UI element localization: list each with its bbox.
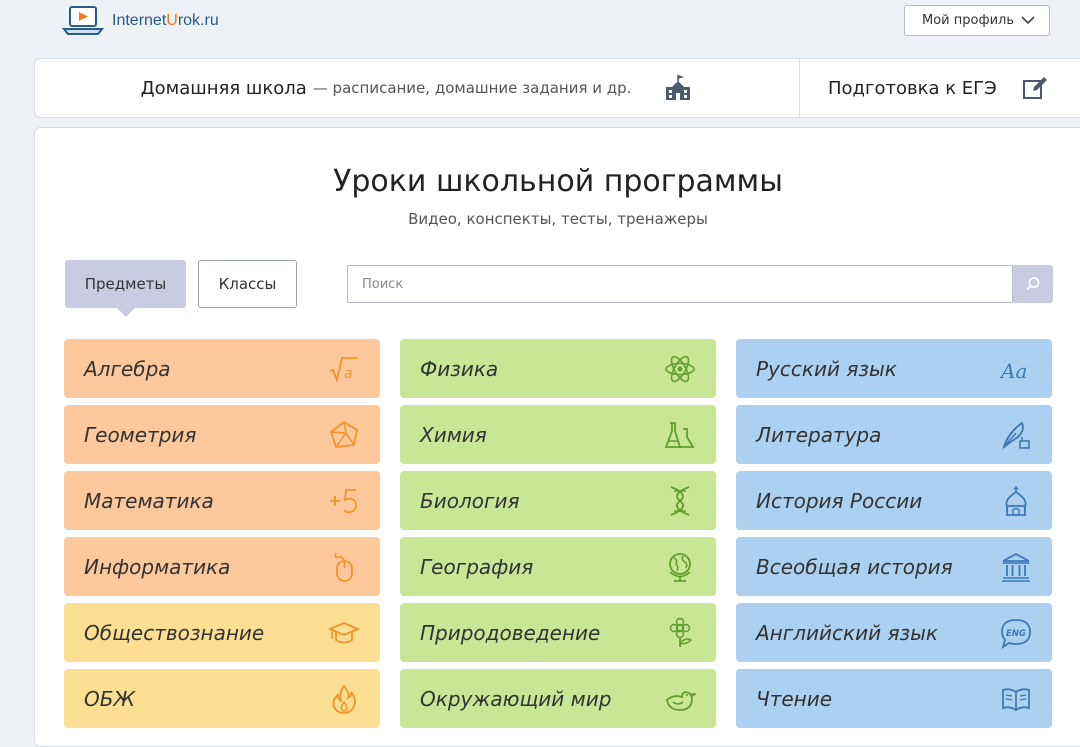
subject-chemistry[interactable]: Химия — [400, 405, 716, 464]
subject-literature[interactable]: Литература — [736, 405, 1052, 464]
subject-label: Природоведение — [420, 621, 600, 645]
tab-classes[interactable]: Классы — [198, 260, 297, 308]
search-input[interactable] — [347, 265, 1013, 303]
subject-label: Биология — [420, 489, 520, 513]
top-bar: InternetUrok.ru Мой профиль — [0, 0, 1080, 52]
mouse-icon — [328, 551, 360, 583]
profile-dropdown-button[interactable]: Мой профиль — [904, 5, 1050, 36]
svg-text:ENG: ENG — [1006, 629, 1026, 639]
flasks-icon — [664, 419, 696, 451]
subject-label: Окружающий мир — [420, 687, 611, 711]
aa-letters-icon: Aa — [1000, 353, 1032, 385]
onion-dome-icon — [1000, 485, 1032, 517]
subject-biology[interactable]: Биология — [400, 471, 716, 530]
eng-bubble-icon: ENG — [1000, 617, 1032, 649]
subject-label: Обществознание — [84, 621, 264, 645]
subject-informatics[interactable]: Информатика — [64, 537, 380, 596]
subject-obzh[interactable]: ОБЖ — [64, 669, 380, 728]
subject-algebra[interactable]: Алгебра a — [64, 339, 380, 398]
logo-text: InternetUrok.ru — [112, 12, 219, 30]
tab-subjects[interactable]: Предметы — [65, 260, 186, 308]
chevron-down-icon — [1021, 15, 1035, 25]
subject-world-around[interactable]: Окружающий мир — [400, 669, 716, 728]
flower-icon — [664, 617, 696, 649]
subject-label: Математика — [84, 489, 214, 513]
ege-prep-title: Подготовка к ЕГЭ — [828, 78, 997, 99]
subject-math[interactable]: Математика — [64, 471, 380, 530]
subject-world-history[interactable]: Всеобщая история — [736, 537, 1052, 596]
school-building-icon — [663, 73, 693, 103]
globe-icon — [664, 551, 696, 583]
polyhedron-icon — [328, 419, 360, 451]
quill-icon — [1000, 419, 1032, 451]
subject-nature-studies[interactable]: Природоведение — [400, 603, 716, 662]
search-button[interactable] — [1013, 265, 1053, 303]
subject-social-studies[interactable]: Обществознание — [64, 603, 380, 662]
svg-text:Aa: Aa — [1000, 359, 1027, 383]
tab-subjects-label: Предметы — [85, 275, 167, 293]
columns-building-icon — [1000, 551, 1032, 583]
subject-label: Всеобщая история — [756, 555, 953, 579]
subject-label: Литература — [756, 423, 881, 447]
page-subtitle: Видео, конспекты, тесты, тренажеры — [35, 210, 1080, 228]
subject-label: Русский язык — [756, 357, 897, 381]
subject-label: Геометрия — [84, 423, 196, 447]
home-school-link[interactable]: Домашняя школа — расписание, домашние за… — [35, 59, 799, 117]
subject-label: Алгебра — [84, 357, 171, 381]
dna-icon — [664, 485, 696, 517]
subject-label: Чтение — [756, 687, 832, 711]
subject-label: Английский язык — [756, 621, 938, 645]
subject-english[interactable]: Английский язык ENG — [736, 603, 1052, 662]
page-title: Уроки школьной программы — [35, 164, 1080, 199]
svg-text:a: a — [344, 366, 353, 382]
section-nav: Домашняя школа — расписание, домашние за… — [34, 58, 1080, 118]
tab-classes-label: Классы — [219, 275, 277, 293]
laptop-logo-icon — [62, 5, 106, 37]
subject-label: Информатика — [84, 555, 230, 579]
plus-five-icon — [328, 485, 360, 517]
search-icon — [1025, 276, 1041, 292]
flame-icon — [328, 683, 360, 715]
home-school-subtitle: — расписание, домашние задания и др. — [313, 79, 632, 97]
sqrt-a-icon: a — [328, 353, 360, 385]
edit-note-icon — [1021, 74, 1049, 102]
bird-icon — [664, 683, 696, 715]
subject-label: Физика — [420, 357, 498, 381]
subject-russian-history[interactable]: История России — [736, 471, 1052, 530]
profile-label: Мой профиль — [922, 13, 1014, 28]
graduation-cap-icon — [328, 617, 360, 649]
lessons-panel: Уроки школьной программы Видео, конспект… — [34, 127, 1080, 747]
atom-icon — [664, 353, 696, 385]
subject-physics[interactable]: Физика — [400, 339, 716, 398]
subject-label: Химия — [420, 423, 487, 447]
subject-label: История России — [756, 489, 922, 513]
home-school-title: Домашняя школа — [141, 78, 307, 99]
subject-geography[interactable]: География — [400, 537, 716, 596]
subject-russian[interactable]: Русский язык Aa — [736, 339, 1052, 398]
open-book-icon — [1000, 683, 1032, 715]
ege-prep-link[interactable]: Подготовка к ЕГЭ — [800, 59, 1060, 117]
subject-label: География — [420, 555, 533, 579]
subject-geometry[interactable]: Геометрия — [64, 405, 380, 464]
subject-label: ОБЖ — [84, 687, 135, 711]
subject-reading[interactable]: Чтение — [736, 669, 1052, 728]
site-logo[interactable]: InternetUrok.ru — [62, 4, 219, 38]
